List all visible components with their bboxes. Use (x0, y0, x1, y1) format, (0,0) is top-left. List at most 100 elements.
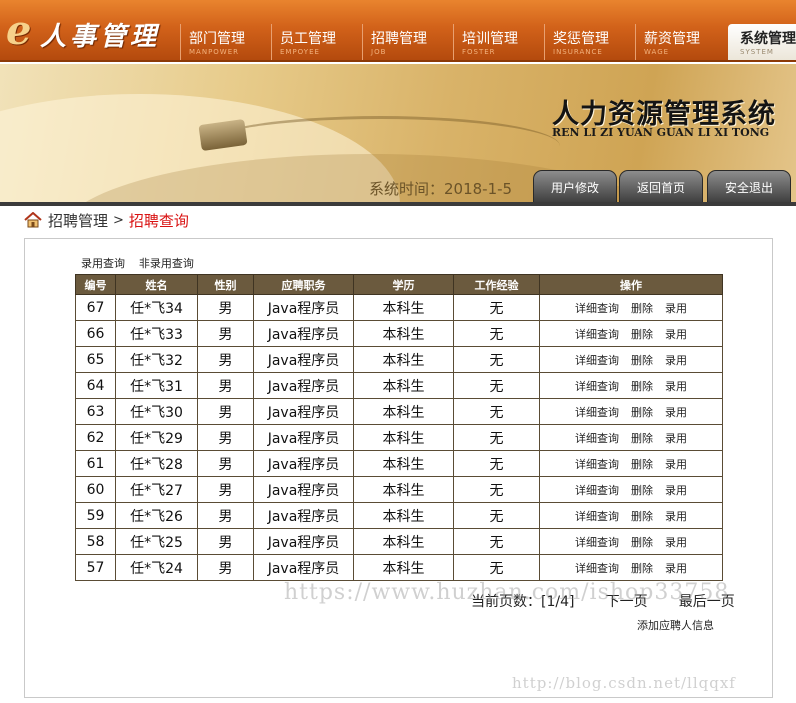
cell-gender: 男 (197, 424, 254, 451)
cell-id: 59 (75, 502, 116, 529)
cell-experience: 无 (453, 294, 540, 321)
cell-gender: 男 (197, 554, 254, 581)
delete-link[interactable]: 删除 (631, 406, 653, 419)
edit-user-button[interactable]: 用户修改 (533, 170, 617, 204)
hire-link[interactable]: 录用 (665, 484, 687, 497)
nav-tab-sublabel: INSURANCE (553, 48, 603, 56)
header-actions: 操作 (539, 274, 723, 295)
delete-link[interactable]: 删除 (631, 354, 653, 367)
hire-link[interactable]: 录用 (665, 354, 687, 367)
cell-gender: 男 (197, 528, 254, 555)
hire-link[interactable]: 录用 (665, 562, 687, 575)
table-row: 67 任*飞34 男 Java程序员 本科生无详细查询 删除 录用 (75, 294, 723, 321)
next-page-link[interactable]: 下一页 (606, 594, 648, 610)
filter-links: 录用查询 非录用查询 (81, 255, 204, 271)
table-row: 63 任*飞30 男 Java程序员 本科生无详细查询 删除 录用 (75, 398, 723, 425)
cell-education: 本科生 (353, 424, 454, 451)
header-banner: 人力资源管理系统 REN LI ZI YUAN GUAN LI XI TONG … (0, 64, 796, 204)
hire-link[interactable]: 录用 (665, 380, 687, 393)
pagination: 当前页数：[1/4] 下一页 最后一页 (471, 591, 735, 611)
cell-actions: 详细查询 删除 录用 (539, 424, 723, 451)
cell-id: 64 (75, 372, 116, 399)
nav-tab-5[interactable]: 薪资管理 WAGE (635, 24, 726, 60)
cell-position: Java程序员 (253, 372, 354, 399)
nav-tab-4[interactable]: 奖惩管理 INSURANCE (544, 24, 635, 60)
nav-tab-3[interactable]: 培训管理 FOSTER (453, 24, 544, 60)
header-name: 姓名 (115, 274, 198, 295)
not-hired-query-link[interactable]: 非录用查询 (139, 257, 194, 270)
nav-tab-2[interactable]: 招聘管理 JOB (362, 24, 453, 60)
cell-position: Java程序员 (253, 502, 354, 529)
detail-query-link[interactable]: 详细查询 (575, 328, 619, 341)
cell-position: Java程序员 (253, 528, 354, 555)
nav-tab-0[interactable]: 部门管理 MANPOWER (180, 24, 271, 60)
cell-id: 66 (75, 320, 116, 347)
table-row: 66 任*飞33 男 Java程序员 本科生无详细查询 删除 录用 (75, 320, 723, 347)
cell-name: 任*飞32 (115, 346, 198, 373)
hire-link[interactable]: 录用 (665, 536, 687, 549)
cell-id: 63 (75, 398, 116, 425)
nav-tab-label: 薪资管理 (644, 31, 700, 47)
cell-name: 任*飞25 (115, 528, 198, 555)
nav-tab-1[interactable]: 员工管理 EMPOYEE (271, 24, 362, 60)
detail-query-link[interactable]: 详细查询 (575, 484, 619, 497)
hire-link[interactable]: 录用 (665, 510, 687, 523)
delete-link[interactable]: 删除 (631, 562, 653, 575)
detail-query-link[interactable]: 详细查询 (575, 562, 619, 575)
home-button[interactable]: 返回首页 (619, 170, 703, 204)
hired-query-link[interactable]: 录用查询 (81, 257, 125, 270)
nav-tab-sublabel: MANPOWER (189, 48, 240, 56)
add-applicant-link[interactable]: 添加应聘人信息 (637, 617, 714, 633)
table-row: 57 任*飞24 男 Java程序员 本科生无详细查询 删除 录用 (75, 554, 723, 581)
delete-link[interactable]: 删除 (631, 510, 653, 523)
detail-query-link[interactable]: 详细查询 (575, 432, 619, 445)
hire-link[interactable]: 录用 (665, 432, 687, 445)
nav-tab-label: 培训管理 (462, 31, 518, 47)
table-row: 64 任*飞31 男 Java程序员 本科生无详细查询 删除 录用 (75, 372, 723, 399)
delete-link[interactable]: 删除 (631, 328, 653, 341)
cell-gender: 男 (197, 476, 254, 503)
nav-tab-label: 员工管理 (280, 31, 336, 47)
last-page-link[interactable]: 最后一页 (679, 594, 735, 610)
app-logo: e 人事管理 (6, 11, 171, 53)
nav-tab-sublabel: SYSTEM (740, 48, 774, 56)
hire-link[interactable]: 录用 (665, 302, 687, 315)
detail-query-link[interactable]: 详细查询 (575, 510, 619, 523)
detail-query-link[interactable]: 详细查询 (575, 380, 619, 393)
cell-id: 60 (75, 476, 116, 503)
breadcrumb-parent[interactable]: 招聘管理 (48, 210, 108, 231)
cell-position: Java程序员 (253, 476, 354, 503)
detail-query-link[interactable]: 详细查询 (575, 458, 619, 471)
cell-education: 本科生 (353, 450, 454, 477)
detail-query-link[interactable]: 详细查询 (575, 354, 619, 367)
hire-link[interactable]: 录用 (665, 458, 687, 471)
cell-experience: 无 (453, 372, 540, 399)
delete-link[interactable]: 删除 (631, 302, 653, 315)
detail-query-link[interactable]: 详细查询 (575, 536, 619, 549)
cell-education: 本科生 (353, 294, 454, 321)
hire-link[interactable]: 录用 (665, 328, 687, 341)
header-gender: 性别 (197, 274, 254, 295)
header-id: 编号 (75, 274, 116, 295)
detail-query-link[interactable]: 详细查询 (575, 406, 619, 419)
cell-position: Java程序员 (253, 398, 354, 425)
applicant-table: 编号 姓名 性别 应聘职务 学历 工作经验 操作 67 任*飞34 男 Java程序员… (75, 274, 723, 581)
table-header-row: 编号 姓名 性别 应聘职务 学历 工作经验 操作 (75, 274, 723, 295)
banner-cable-graphic (200, 116, 560, 176)
cell-actions: 详细查询 删除 录用 (539, 346, 723, 373)
cell-name: 任*飞27 (115, 476, 198, 503)
hire-link[interactable]: 录用 (665, 406, 687, 419)
detail-query-link[interactable]: 详细查询 (575, 302, 619, 315)
cell-position: Java程序员 (253, 554, 354, 581)
system-time: 系统时间：2018-1-5 (369, 180, 513, 198)
delete-link[interactable]: 删除 (631, 458, 653, 471)
delete-link[interactable]: 删除 (631, 484, 653, 497)
header-position: 应聘职务 (253, 274, 354, 295)
table-row: 65 任*飞32 男 Java程序员 本科生无详细查询 删除 录用 (75, 346, 723, 373)
logout-button[interactable]: 安全退出 (707, 170, 791, 204)
delete-link[interactable]: 删除 (631, 536, 653, 549)
delete-link[interactable]: 删除 (631, 432, 653, 445)
nav-tab-6[interactable]: 系统管理 SYSTEM (728, 24, 796, 60)
delete-link[interactable]: 删除 (631, 380, 653, 393)
cell-actions: 详细查询 删除 录用 (539, 528, 723, 555)
